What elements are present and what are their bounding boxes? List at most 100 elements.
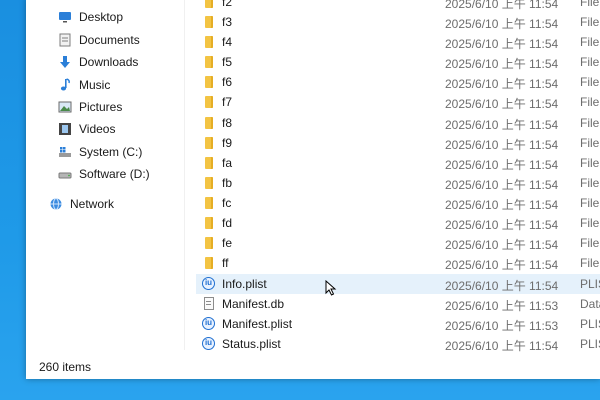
sidebar-item-pictures[interactable]: Pictures: [58, 97, 122, 117]
file-date: 2025/6/10 上午 11:54: [445, 238, 559, 252]
sidebar-item-documents[interactable]: Documents: [58, 30, 140, 50]
file-row-fe[interactable]: fe 2025/6/10 上午 11:54 File: [196, 233, 600, 253]
file-type: PLIS: [580, 277, 600, 291]
file-name: f4: [222, 35, 233, 49]
system-drive-icon: [58, 145, 72, 159]
file-date: 2025/6/10 上午 11:54: [445, 118, 559, 132]
sidebar-item-network[interactable]: Network: [49, 194, 114, 214]
file-row-ff[interactable]: ff 2025/6/10 上午 11:54 File: [196, 253, 600, 273]
folder-icon: [202, 116, 216, 130]
file-name: ff: [222, 256, 229, 270]
folder-icon: [202, 256, 216, 270]
file-type: PLIS: [580, 317, 600, 331]
sidebar-item-music[interactable]: Music: [58, 75, 110, 95]
file-row-fc[interactable]: fc 2025/6/10 上午 11:54 File: [196, 193, 600, 213]
sidebar-item-videos[interactable]: Videos: [58, 119, 115, 139]
file-date: 2025/6/10 上午 11:54: [445, 258, 559, 272]
file-date: 2025/6/10 上午 11:54: [445, 339, 559, 353]
file-row-status-plist[interactable]: iu Status.plist 2025/6/10 上午 11:54 PLIS: [196, 334, 600, 354]
file-row-f3[interactable]: f3 2025/6/10 上午 11:54 File: [196, 12, 600, 32]
sidebar-item-label: Desktop: [79, 10, 124, 24]
file-type: File: [580, 15, 600, 29]
file-row-fb[interactable]: fb 2025/6/10 上午 11:54 File: [196, 173, 600, 193]
file-date: 2025/6/10 上午 11:54: [445, 17, 559, 31]
sidebar-item-label: Downloads: [79, 55, 139, 69]
file-date: 2025/6/10 上午 11:54: [445, 158, 559, 172]
file-row-fd[interactable]: fd 2025/6/10 上午 11:54 File: [196, 213, 600, 233]
file-date: 2025/6/10 上午 11:54: [445, 0, 559, 11]
file-name: f7: [222, 95, 233, 109]
file-row-info-plist[interactable]: iu Info.plist 2025/6/10 上午 11:54 PLIS: [196, 274, 600, 294]
file-type: File: [580, 55, 600, 69]
folder-icon: [202, 35, 216, 49]
file-name: f2: [222, 0, 233, 9]
sidebar-item-label: System (C:): [79, 145, 143, 159]
file-date: 2025/6/10 上午 11:54: [445, 37, 559, 51]
sidebar-item-downloads[interactable]: Downloads: [58, 52, 138, 72]
folder-icon: [202, 136, 216, 150]
desktop-icon: [58, 10, 72, 24]
file-date: 2025/6/10 上午 11:53: [445, 299, 559, 313]
sidebar-item-desktop[interactable]: Desktop: [58, 7, 123, 27]
file-name: Manifest.plist: [222, 317, 293, 331]
file-name: f9: [222, 136, 233, 150]
folder-icon: [202, 216, 216, 230]
file-row-f8[interactable]: f8 2025/6/10 上午 11:54 File: [196, 113, 600, 133]
sidebar-item-label: Music: [79, 78, 111, 92]
file-type: Data: [580, 297, 600, 311]
file-name: f6: [222, 75, 233, 89]
folder-icon: [202, 55, 216, 69]
file-row-f4[interactable]: f4 2025/6/10 上午 11:54 File: [196, 32, 600, 52]
file-row-manifest-db[interactable]: Manifest.db 2025/6/10 上午 11:53 Data: [196, 294, 600, 314]
folder-icon: [202, 95, 216, 109]
file-row-manifest-plist[interactable]: iu Manifest.plist 2025/6/10 上午 11:53 PLI…: [196, 314, 600, 334]
file-name: Info.plist: [222, 277, 267, 291]
file-type: File: [580, 156, 600, 170]
music-icon: [58, 78, 72, 92]
folder-icon: [202, 196, 216, 210]
file-date: 2025/6/10 上午 11:53: [445, 319, 559, 333]
file-name: f3: [222, 15, 233, 29]
file-name: Manifest.db: [222, 297, 285, 311]
file-type: File: [580, 35, 600, 49]
mouse-cursor-icon: [325, 280, 337, 296]
file-explorer-window: Desktop Documents Downloads Music Pictur…: [26, 0, 600, 379]
file-date: 2025/6/10 上午 11:54: [445, 178, 559, 192]
sidebar-item-label: Documents: [79, 33, 140, 47]
file-name: f5: [222, 55, 233, 69]
file-type: File: [580, 0, 600, 9]
plist-icon: iu: [202, 317, 216, 331]
file-list: f2 2025/6/10 上午 11:54 File f3 2025/6/10 …: [196, 0, 600, 353]
folder-icon: [202, 0, 216, 9]
folder-icon: [202, 15, 216, 29]
file-date: 2025/6/10 上午 11:54: [445, 218, 559, 232]
file-name: Status.plist: [222, 337, 281, 351]
file-type: File: [580, 256, 600, 270]
network-icon: [49, 197, 63, 211]
file-date: 2025/6/10 上午 11:54: [445, 198, 559, 212]
folder-icon: [202, 176, 216, 190]
file-type: File: [580, 196, 600, 210]
sidebar-item-system-drive[interactable]: System (C:): [58, 142, 142, 162]
file-type: File: [580, 95, 600, 109]
sidebar-item-label: Pictures: [79, 100, 123, 114]
sidebar-item-software-drive[interactable]: Software (D:): [58, 164, 150, 184]
file-row-fa[interactable]: fa 2025/6/10 上午 11:54 File: [196, 153, 600, 173]
file-row-f2[interactable]: f2 2025/6/10 上午 11:54 File: [196, 0, 600, 12]
file-name: fe: [222, 236, 233, 250]
file-date: 2025/6/10 上午 11:54: [445, 97, 559, 111]
file-type: PLIS: [580, 337, 600, 351]
file-row-f9[interactable]: f9 2025/6/10 上午 11:54 File: [196, 133, 600, 153]
db-file-icon: [202, 297, 216, 311]
file-type: File: [580, 216, 600, 230]
file-date: 2025/6/10 上午 11:54: [445, 57, 559, 71]
folder-icon: [202, 75, 216, 89]
sidebar-item-label: Videos: [79, 122, 116, 136]
file-type: File: [580, 136, 600, 150]
file-row-f7[interactable]: f7 2025/6/10 上午 11:54 File: [196, 92, 600, 112]
file-date: 2025/6/10 上午 11:54: [445, 77, 559, 91]
file-type: File: [580, 75, 600, 89]
file-row-f6[interactable]: f6 2025/6/10 上午 11:54 File: [196, 72, 600, 92]
file-row-f5[interactable]: f5 2025/6/10 上午 11:54 File: [196, 52, 600, 72]
folder-icon: [202, 236, 216, 250]
